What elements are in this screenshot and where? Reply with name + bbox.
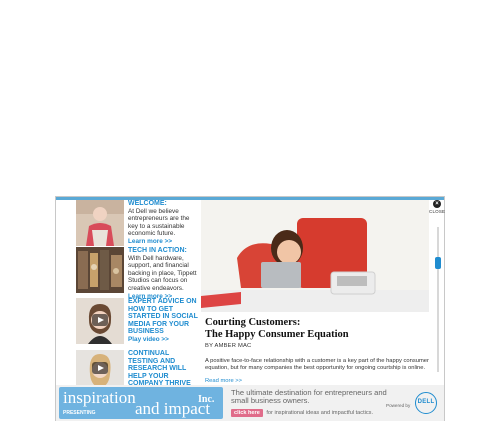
video-thumbnail-continual-testing[interactable] (76, 350, 124, 386)
sidebar-item-tech-in-action[interactable]: TECH IN ACTION: With Dell hardware, supp… (76, 247, 201, 300)
sidebar-item-text: TECH IN ACTION: With Dell hardware, supp… (128, 247, 200, 300)
article-body: A positive face-to-face relationship wit… (205, 358, 429, 371)
article-title-line1[interactable]: Courting Customers: (205, 317, 430, 329)
sidebar-item-continual-testing[interactable]: CONTINUAL TESTING AND RESEARCH WILL HELP… (76, 350, 201, 386)
close-icon[interactable]: × (433, 200, 441, 208)
read-more-link[interactable]: Read more >> (205, 378, 430, 384)
logo-word-inspiration: inspiration (63, 388, 136, 407)
article-hero-image (201, 200, 429, 312)
close-label[interactable]: CLOSE (429, 209, 445, 214)
thumbnail-tech-in-action[interactable] (76, 247, 124, 293)
article-title[interactable]: Courting Customers: The Happy Consumer E… (205, 317, 430, 340)
play-icon[interactable] (92, 314, 108, 326)
sidebar-item-body: At Dell we believe entrepreneurs are the… (128, 207, 190, 238)
play-video-link[interactable]: Play video >> (128, 336, 200, 344)
play-icon[interactable] (92, 362, 108, 374)
cta-text: for inspirational ideas and impactful ta… (266, 410, 374, 416)
sidebar-item-text: EXPERT ADVICE ON HOW TO GET STARTED IN S… (128, 298, 200, 344)
scrollbar-track[interactable] (437, 227, 439, 372)
ad-unit: WELCOME: At Dell we believe entrepreneur… (55, 196, 445, 421)
sidebar-item-heading: EXPERT ADVICE ON HOW TO GET STARTED IN S… (128, 298, 198, 336)
dell-logo[interactable]: DELL (415, 392, 437, 414)
powered-by-label: Powered by (386, 403, 411, 408)
sidebar-item-heading: WELCOME: (128, 200, 167, 207)
banner-cta: click here for inspirational ideas and i… (231, 409, 373, 417)
sidebar-item-expert-advice[interactable]: EXPERT ADVICE ON HOW TO GET STARTED IN S… (76, 298, 201, 350)
sidebar-item-body: With Dell hardware, support, and financi… (128, 254, 197, 292)
scrollbar-thumb[interactable] (435, 257, 441, 269)
article-byline: BY AMBER MAC (205, 343, 252, 349)
logo-inc: Inc. (198, 394, 215, 405)
click-here-button[interactable]: click here (231, 409, 263, 417)
sidebar-item-text: WELCOME: At Dell we believe entrepreneur… (128, 200, 200, 246)
banner-tagline: The ultimate destination for entrepreneu… (231, 388, 387, 405)
sidebar-item-welcome[interactable]: WELCOME: At Dell we believe entrepreneur… (76, 200, 201, 252)
article-title-line2[interactable]: The Happy Consumer Equation (205, 329, 430, 341)
thumbnail-welcome[interactable] (76, 200, 124, 246)
sponsor-banner[interactable]: inspiration PRESENTING and impact Inc. T… (56, 385, 444, 421)
learn-more-link[interactable]: Learn more >> (128, 238, 200, 246)
sidebar-item-heading: TECH IN ACTION: (128, 247, 187, 254)
logo-presenting: PRESENTING (63, 410, 96, 416)
sidebar-item-heading: CONTINUAL TESTING AND RESEARCH WILL HELP… (128, 350, 191, 386)
inspiration-and-impact-logo[interactable]: inspiration PRESENTING and impact Inc. (59, 387, 223, 419)
article: Courting Customers: The Happy Consumer E… (205, 317, 430, 387)
sidebar[interactable]: WELCOME: At Dell we believe entrepreneur… (76, 200, 201, 386)
sidebar-item-text: CONTINUAL TESTING AND RESEARCH WILL HELP… (128, 350, 200, 386)
video-thumbnail-expert-advice[interactable] (76, 298, 124, 344)
